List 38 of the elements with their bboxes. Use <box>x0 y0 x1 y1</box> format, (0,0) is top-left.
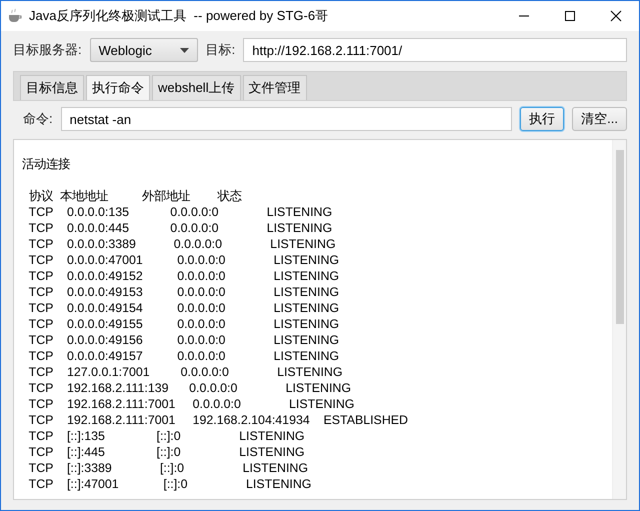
target-field[interactable]: http://192.168.2.111:7001/ <box>243 38 627 62</box>
maximize-icon <box>564 10 576 22</box>
output-line: TCP 0.0.0.0:135 0.0.0.0:0 LISTENING <box>28 204 334 220</box>
close-icon <box>610 10 622 22</box>
output-line: TCP 0.0.0.0:49155 0.0.0.0:0 LISTENING <box>28 316 340 332</box>
command-label: 命令: <box>23 110 53 128</box>
output-line: TCP [::]:135 [::]:0 LISTENING <box>28 428 306 444</box>
tab[interactable]: 文件管理 <box>242 75 307 100</box>
server-dropdown[interactable]: Weblogic <box>90 38 198 62</box>
output-line: TCP [::]:445 [::]:0 LISTENING <box>28 444 306 460</box>
output-line: TCP 127.0.0.1:7001 0.0.0.0:0 LISTENING <box>28 364 344 380</box>
tab[interactable]: 目标信息 <box>20 75 84 100</box>
output-line: TCP 0.0.0.0:49153 0.0.0.0:0 LISTENING <box>28 284 340 300</box>
output-line: TCP 0.0.0.0:49152 0.0.0.0:0 LISTENING <box>28 268 340 284</box>
output-line: 协议 本地地址 外部地址 状态 <box>28 188 243 204</box>
window-title: Java反序列化终极测试工具 -- powered by STG-6哥 <box>29 7 330 25</box>
output-line: TCP 0.0.0.0:49154 0.0.0.0:0 LISTENING <box>28 300 340 316</box>
output-line: TCP 0.0.0.0:49156 0.0.0.0:0 LISTENING <box>28 332 340 348</box>
output-line: TCP 192.168.2.111:139 0.0.0.0:0 LISTENING <box>28 380 352 396</box>
output-line: TCP [::]:47001 [::]:0 LISTENING <box>28 476 312 492</box>
target-label: 目标: <box>206 41 236 59</box>
output-line: TCP 0.0.0.0:3389 0.0.0.0:0 LISTENING <box>28 236 337 252</box>
scrollbar[interactable] <box>612 140 626 499</box>
output-line: TCP 192.168.2.111:7001 192.168.2.104:41934 ESTABLISHED <box>28 412 409 428</box>
output-heading: 活动连接 <box>22 156 71 172</box>
tab[interactable]: webshell上传 <box>152 75 241 100</box>
server-label: 目标服务器: <box>13 41 82 59</box>
execute-button[interactable]: 执行 <box>520 107 564 131</box>
caret-icon <box>180 48 189 52</box>
tab[interactable]: 执行命令 <box>86 75 150 100</box>
clear-button[interactable]: 清空... <box>572 107 627 131</box>
output-line: TCP 0.0.0.0:49157 0.0.0.0:0 LISTENING <box>28 348 340 364</box>
output-line: TCP 192.168.2.111:7001 0.0.0.0:0 LISTENING <box>28 396 356 412</box>
command-field[interactable]: netstat -an <box>60 107 512 131</box>
output-line: TCP [::]:3389 [::]:0 LISTENING <box>28 460 309 476</box>
coffee-cup-icon <box>7 8 23 24</box>
output-line: TCP 0.0.0.0:445 0.0.0.0:0 LISTENING <box>28 220 334 236</box>
output-line: TCP 0.0.0.0:47001 0.0.0.0:0 LISTENING <box>28 252 340 268</box>
